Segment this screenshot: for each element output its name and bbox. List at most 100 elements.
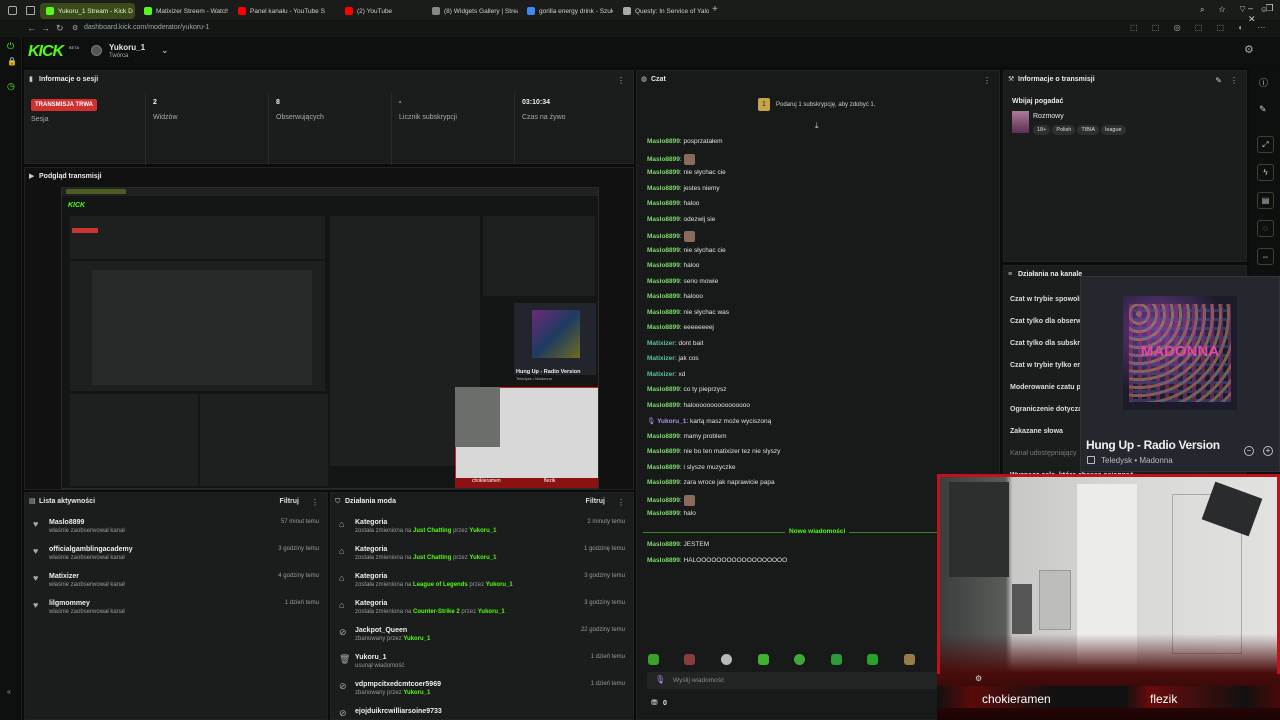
browser-tab[interactable]: Panel kanału - YouTube S bbox=[232, 3, 336, 19]
chat-message[interactable]: Matixizer: xd bbox=[647, 371, 685, 378]
chat-username[interactable]: Maslo8899 bbox=[647, 233, 680, 240]
mod-action-target[interactable]: League of Legends bbox=[413, 582, 468, 588]
scroll-down-icon[interactable]: ⤓ bbox=[815, 121, 819, 131]
settings-icon[interactable]: ⚙ bbox=[1244, 43, 1254, 56]
chat-username[interactable]: Maslo8899 bbox=[647, 541, 680, 548]
chat-message[interactable]: Maslo8899: nie bo ten matixizer tez nie … bbox=[647, 448, 780, 455]
chat-username[interactable]: Matixizer bbox=[647, 371, 675, 378]
more-icon[interactable]: ⋮ bbox=[617, 76, 625, 85]
chat-message[interactable]: Maslo8899: JESTEM bbox=[647, 541, 709, 548]
clock-icon[interactable]: ◷ bbox=[7, 81, 15, 92]
chat-message[interactable]: Maslo8899: haloo bbox=[647, 262, 699, 269]
chat-message[interactable]: Matixizer: dont bait bbox=[647, 340, 703, 347]
bolt-icon[interactable]: ϟ bbox=[1257, 164, 1274, 181]
chat-message[interactable]: Maslo8899: co ty pieprzysz bbox=[647, 386, 727, 393]
mod-filter-button[interactable]: Filtruj bbox=[586, 498, 605, 505]
chat-message[interactable]: Maslo8899: serio mowie bbox=[647, 278, 718, 285]
chat-username[interactable]: Maslo8899 bbox=[647, 433, 680, 440]
chat-username[interactable]: Maslo8899 bbox=[647, 169, 680, 176]
activity-item[interactable]: ♥ officialgamblingacademy właśnie zaobserw… bbox=[33, 546, 319, 561]
channel-action-item[interactable]: Kanał udostępniający bbox=[1010, 450, 1077, 457]
chat-username[interactable]: Maslo8899 bbox=[647, 497, 680, 504]
chat-input[interactable]: 🎙 Wyślij wiadomość bbox=[647, 672, 987, 689]
chat-message[interactable]: Maslo8899: bbox=[647, 153, 695, 165]
mod-action-user[interactable]: Yukoru_1 bbox=[486, 582, 513, 588]
stream-info-more-icon[interactable]: ⋮ bbox=[1230, 76, 1238, 85]
chat-message[interactable]: Maslo8899: jestes niemy bbox=[647, 185, 720, 192]
forward-icon[interactable]: → bbox=[41, 23, 50, 33]
minus-icon[interactable]: − bbox=[1244, 446, 1254, 456]
chat-username[interactable]: Maslo8899 bbox=[647, 309, 680, 316]
collapse-icon[interactable]: « bbox=[7, 689, 11, 696]
mod-action-target[interactable]: Just Chatting bbox=[413, 528, 451, 534]
chat-message[interactable]: Maslo8899: halo bbox=[647, 510, 696, 517]
activity-more-icon[interactable]: ⋮ bbox=[311, 498, 319, 507]
emote-7[interactable] bbox=[867, 654, 878, 665]
chat-username[interactable]: Maslo8899 bbox=[647, 247, 680, 254]
pen-icon[interactable]: ✎ bbox=[1259, 104, 1267, 115]
chat-username[interactable]: Maslo8899 bbox=[647, 479, 680, 486]
chat-username[interactable]: Maslo8899 bbox=[647, 510, 680, 517]
chat-message[interactable]: Maslo8899: nie słychac was bbox=[647, 309, 729, 316]
chat-message[interactable]: Maslo8899: HALOOOOOOOOOOOOOOOOOO bbox=[647, 557, 787, 564]
mod-action-item[interactable]: ⊘ Jackpot_Queen zbanowany przez Yukoru_1 22… bbox=[339, 627, 625, 642]
activity-user[interactable]: Maslo8899 bbox=[49, 519, 319, 526]
chat-message[interactable]: Maslo8899: nie słychac cie bbox=[647, 247, 726, 254]
stream-tag[interactable]: 18+ bbox=[1033, 125, 1051, 135]
chat-message[interactable]: Maslo8899: bbox=[647, 231, 695, 242]
clipboard-icon[interactable]: ▤ bbox=[1257, 192, 1274, 209]
chat-message[interactable]: Maslo8899: zara wroce jak naprawicie pap… bbox=[647, 479, 775, 486]
site-info-icon[interactable]: ⚙ bbox=[72, 24, 78, 32]
chat-message[interactable]: Maslo8899: odezwij sie bbox=[647, 216, 715, 223]
power-icon[interactable]: ⏻ bbox=[7, 41, 14, 52]
channel-action-item[interactable]: Zakazane słowa bbox=[1010, 428, 1063, 435]
chat-username[interactable]: Maslo8899 bbox=[647, 386, 680, 393]
tab-list-icon[interactable] bbox=[26, 6, 35, 15]
chat-username[interactable]: Yukoru_1 bbox=[657, 418, 686, 425]
mod-action-user[interactable]: Yukoru_1 bbox=[469, 555, 496, 561]
chat-username[interactable]: Matixizer bbox=[647, 355, 675, 362]
emote-3[interactable] bbox=[721, 654, 732, 665]
chat-username[interactable]: Maslo8899 bbox=[647, 293, 680, 300]
stream-tag[interactable]: league bbox=[1101, 125, 1126, 135]
sub-prompt[interactable]: Podaruj 1 subskrypcję, aby zdobyć 1. bbox=[776, 102, 875, 108]
info-icon[interactable]: ⓘ bbox=[1259, 76, 1268, 89]
chat-username[interactable]: Maslo8899 bbox=[647, 324, 680, 331]
new-tab-button[interactable]: + bbox=[712, 4, 718, 15]
chat-username[interactable]: Matixizer bbox=[647, 340, 675, 347]
mod-action-item[interactable]: ⌂ Kategoria została zmieniona na Just Chat… bbox=[339, 546, 625, 561]
gift-sub-icon[interactable]: 1 bbox=[758, 98, 770, 111]
mic-icon[interactable]: 🎙 bbox=[655, 675, 665, 684]
activity-item[interactable]: ♥ Maslo8899 właśnie zaobserwował kanał 57 m… bbox=[33, 519, 319, 534]
mod-action-name[interactable]: Kategoria bbox=[355, 519, 625, 526]
stream-tag[interactable]: TIBIA bbox=[1077, 125, 1100, 135]
chat-message[interactable]: Maslo8899: halooo bbox=[647, 293, 703, 300]
mod-action-user[interactable]: Yukoru_1 bbox=[469, 528, 496, 534]
mod-action-item[interactable]: ⌂ Kategoria została zmieniona na Just Chat… bbox=[339, 519, 625, 534]
browser-tab[interactable]: Questy: In Service of Yalo bbox=[617, 3, 709, 19]
expand-icon[interactable]: ⤢ bbox=[1257, 136, 1274, 153]
plus-icon[interactable]: + bbox=[1263, 446, 1273, 456]
emote-6[interactable] bbox=[831, 654, 842, 665]
back-icon[interactable]: ← bbox=[27, 23, 36, 33]
mod-action-user[interactable]: Yukoru_1 bbox=[403, 690, 430, 696]
chat-message[interactable]: Maslo8899: mamy problem bbox=[647, 433, 727, 440]
mod-more-icon[interactable]: ⋮ bbox=[617, 498, 625, 507]
link-icon[interactable]: ⇔ bbox=[1257, 248, 1274, 265]
mod-action-target[interactable]: Counter-Strike 2 bbox=[413, 609, 460, 615]
edit-icon[interactable]: ✎ bbox=[1215, 76, 1222, 85]
chat-username[interactable]: Maslo8899 bbox=[647, 278, 680, 285]
chat-message[interactable]: Maslo8899: eeeeeeeej bbox=[647, 324, 714, 331]
channel-name[interactable]: Yukoru_1 bbox=[109, 43, 145, 52]
webcam-settings-icon[interactable]: ⚙ bbox=[975, 674, 982, 683]
emote-1[interactable] bbox=[648, 654, 659, 665]
activity-user[interactable]: lilgmommey bbox=[49, 600, 319, 607]
chat-message[interactable]: Maslo8899: i slysze muzyczke bbox=[647, 464, 736, 471]
chat-username[interactable]: Maslo8899 bbox=[647, 216, 680, 223]
mod-action-item[interactable]: 🗑 Yukoru_1 usunął wiadomość 1 dzień temu bbox=[339, 654, 625, 669]
chat-username[interactable]: Maslo8899 bbox=[647, 262, 680, 269]
kick-logo[interactable]: KICK bbox=[28, 43, 64, 61]
browser-tab[interactable]: Matixizer Streem - Watch bbox=[138, 3, 228, 19]
chat-message[interactable]: Maslo8899: posprzatałem bbox=[647, 138, 723, 145]
music-widget[interactable]: MADONNA Hung Up - Radio Version Teledysk… bbox=[1080, 276, 1280, 472]
